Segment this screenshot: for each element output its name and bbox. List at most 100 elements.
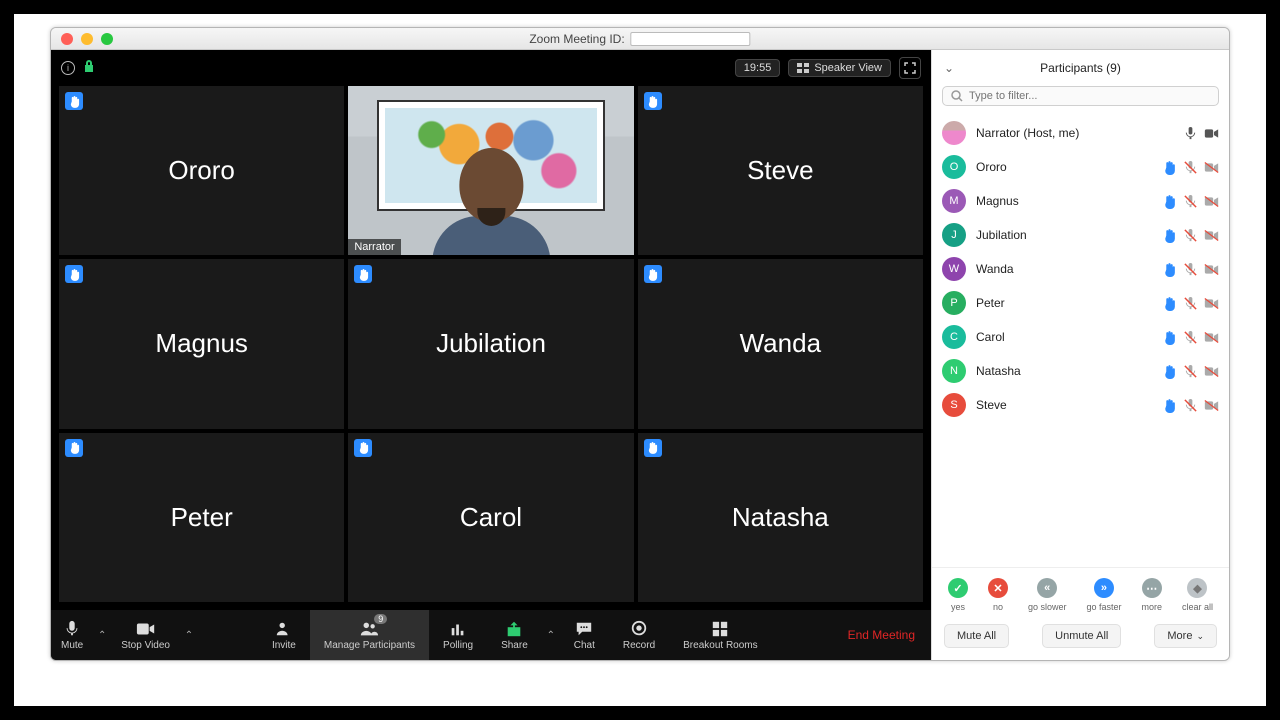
participant-row[interactable]: M Magnus xyxy=(942,184,1219,218)
raised-hand-icon xyxy=(65,265,83,283)
participants-more-button[interactable]: More ⌄ xyxy=(1154,624,1217,648)
participant-name: Peter xyxy=(976,296,1152,310)
participant-name-label: Wanda xyxy=(740,328,821,359)
polling-button[interactable]: Polling xyxy=(429,610,487,660)
participant-search[interactable] xyxy=(942,86,1219,106)
video-tile[interactable]: Narrator xyxy=(348,86,633,255)
raised-hand-icon xyxy=(644,92,662,110)
participant-row[interactable]: SSteve xyxy=(942,388,1219,422)
chat-button[interactable]: Chat xyxy=(560,610,609,660)
camera-off-icon xyxy=(1204,364,1219,379)
stop-video-button[interactable]: Stop Video xyxy=(111,610,180,660)
mic-muted-icon xyxy=(1183,296,1198,311)
mute-button[interactable]: Mute xyxy=(51,610,93,660)
participant-row[interactable]: WWanda xyxy=(942,252,1219,286)
active-speaker-video xyxy=(348,86,633,255)
video-tile[interactable]: Peter xyxy=(59,433,344,602)
manage-participants-button[interactable]: 9 Manage Participants xyxy=(310,610,429,660)
video-tile[interactable]: Steve xyxy=(638,86,923,255)
share-options-caret[interactable]: ⌃ xyxy=(542,610,560,660)
traffic-lights xyxy=(61,33,113,45)
participant-row[interactable]: O Ororo xyxy=(942,150,1219,184)
unmute-all-button[interactable]: Unmute All xyxy=(1042,624,1121,648)
avatar: N xyxy=(942,359,966,383)
participant-row[interactable]: P Peter xyxy=(942,286,1219,320)
end-meeting-button[interactable]: End Meeting xyxy=(832,628,931,642)
nonverbal-go-slower-button[interactable]: «go slower xyxy=(1028,578,1067,612)
search-icon xyxy=(951,90,963,102)
avatar: P xyxy=(942,291,966,315)
avatar: C xyxy=(942,325,966,349)
video-options-caret[interactable]: ⌃ xyxy=(180,610,198,660)
participant-name: Narrator (Host, me) xyxy=(976,126,1173,140)
participant-name-label: Ororo xyxy=(168,155,234,186)
recording-time: 19:55 xyxy=(735,59,781,77)
participant-row[interactable]: J Jubilation xyxy=(942,218,1219,252)
video-tile[interactable]: Magnus xyxy=(59,259,344,428)
raised-hand-icon xyxy=(1162,330,1177,345)
camera-icon xyxy=(1204,126,1219,141)
mic-muted-icon xyxy=(1183,262,1198,277)
window-title: Zoom Meeting ID: xyxy=(529,32,624,46)
mic-muted-icon xyxy=(1183,364,1198,379)
participants-panel: ⌄ Participants (9) Narrator (Host, me)OO… xyxy=(931,50,1229,660)
meeting-info-icon[interactable]: i xyxy=(61,61,75,75)
raised-hand-icon xyxy=(1162,296,1177,311)
participant-name: Jubilation xyxy=(976,228,1152,242)
camera-off-icon xyxy=(1204,398,1219,413)
mic-muted-icon xyxy=(1183,194,1198,209)
raised-hand-icon xyxy=(354,439,372,457)
nonverbal-yes-button[interactable]: ✓yes xyxy=(948,578,968,612)
encryption-lock-icon xyxy=(83,59,95,78)
participant-name-label: Magnus xyxy=(155,328,248,359)
video-tile[interactable]: Jubilation xyxy=(348,259,633,428)
mic-muted-icon xyxy=(1183,398,1198,413)
video-area: i 19:55 Speaker View Oro xyxy=(51,50,931,660)
mic-muted-icon xyxy=(1183,228,1198,243)
app-window: Zoom Meeting ID: i 19:55 Speaker View xyxy=(50,27,1230,661)
avatar: O xyxy=(942,155,966,179)
nonverbal-go-faster-button[interactable]: »go faster xyxy=(1086,578,1121,612)
minimize-window-button[interactable] xyxy=(81,33,93,45)
avatar: J xyxy=(942,223,966,247)
mute-all-button[interactable]: Mute All xyxy=(944,624,1009,648)
mute-options-caret[interactable]: ⌃ xyxy=(93,610,111,660)
raised-hand-icon xyxy=(65,439,83,457)
video-tile[interactable]: Wanda xyxy=(638,259,923,428)
participant-row[interactable]: Narrator (Host, me) xyxy=(942,116,1219,150)
close-window-button[interactable] xyxy=(61,33,73,45)
camera-off-icon xyxy=(1204,330,1219,345)
video-tile[interactable]: Carol xyxy=(348,433,633,602)
raised-hand-icon xyxy=(1162,398,1177,413)
video-tile[interactable]: Ororo xyxy=(59,86,344,255)
participant-name-label: Steve xyxy=(747,155,814,186)
nonverbal-no-button[interactable]: ✕no xyxy=(988,578,1008,612)
speaker-view-button[interactable]: Speaker View xyxy=(788,59,891,77)
camera-off-icon xyxy=(1204,228,1219,243)
participants-count-badge: 9 xyxy=(374,614,387,624)
participant-row[interactable]: C Carol xyxy=(942,320,1219,354)
participant-name: Magnus xyxy=(976,194,1152,208)
record-button[interactable]: Record xyxy=(609,610,669,660)
breakout-rooms-button[interactable]: Breakout Rooms xyxy=(669,610,771,660)
participant-name-label: Peter xyxy=(171,502,233,533)
video-tile[interactable]: Natasha xyxy=(638,433,923,602)
nonverbal-clear-all-button[interactable]: ◆clear all xyxy=(1182,578,1213,612)
participant-search-input[interactable] xyxy=(969,90,1210,102)
invite-button[interactable]: Invite xyxy=(258,610,310,660)
participant-name: Carol xyxy=(976,330,1152,344)
avatar: M xyxy=(942,189,966,213)
zoom-window-button[interactable] xyxy=(101,33,113,45)
nonverbal-more-button[interactable]: ⋯more xyxy=(1141,578,1162,612)
raised-hand-icon xyxy=(1162,160,1177,175)
mic-muted-icon xyxy=(1183,160,1198,175)
share-button[interactable]: Share xyxy=(487,610,542,660)
collapse-panel-caret[interactable]: ⌄ xyxy=(944,61,954,75)
nonverbal-feedback-row: ✓yes ✕no «go slower »go faster ⋯more ◆clear a… xyxy=(932,567,1229,616)
meeting-id-input[interactable] xyxy=(631,32,751,46)
participant-name: Ororo xyxy=(976,160,1152,174)
participant-name-label: Natasha xyxy=(732,502,829,533)
participant-row[interactable]: NNatasha xyxy=(942,354,1219,388)
video-grid: Ororo Narrator Steve Magnus Jubilation Wanda P… xyxy=(59,86,923,602)
fullscreen-button[interactable] xyxy=(899,57,921,79)
